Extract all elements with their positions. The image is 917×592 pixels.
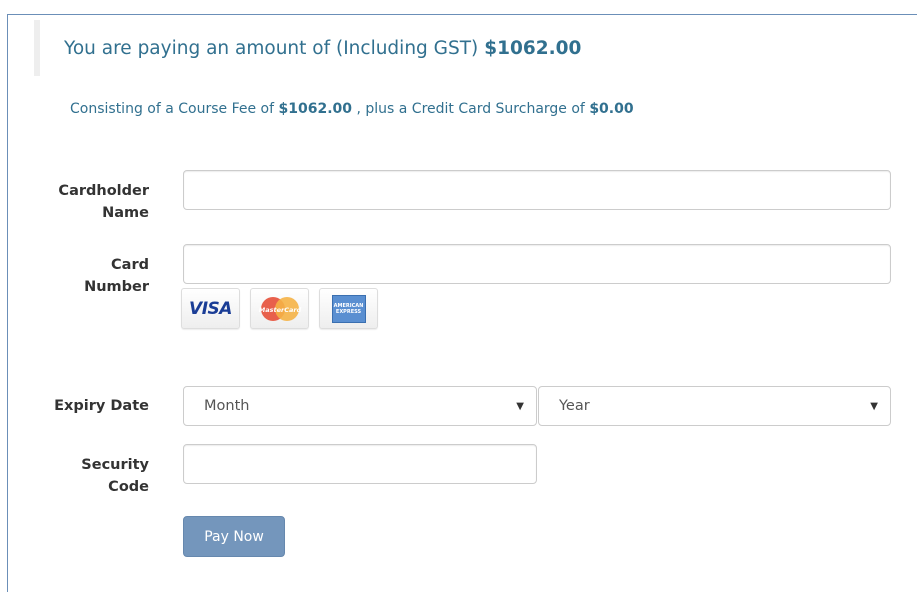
card-number-label: Card Number (4, 254, 149, 298)
amex-logo: AMERICAN EXPRESS (319, 288, 378, 329)
breakdown-text-1: Consisting of a Course Fee of (70, 101, 275, 117)
breakdown-text-2: , plus a Credit Card Surcharge of (356, 101, 585, 117)
amex-logo-text: AMERICAN EXPRESS (333, 302, 364, 315)
security-code-label: Security Code (4, 454, 149, 498)
security-label-line2: Code (108, 479, 149, 495)
total-amount: $1062.00 (484, 37, 582, 59)
card-number-label-line2: Number (84, 279, 149, 295)
surcharge-amount: $0.00 (589, 101, 634, 117)
mastercard-logo: MasterCard (250, 288, 309, 329)
chevron-down-icon: ▼ (516, 400, 524, 412)
visa-logo-text: VISA (189, 298, 232, 319)
chevron-down-icon: ▼ (870, 400, 878, 412)
card-number-label-line1: Card (111, 257, 149, 273)
visa-logo: VISA (181, 288, 240, 329)
amex-icon: AMERICAN EXPRESS (331, 294, 366, 323)
cardholder-label-line2: Name (102, 205, 149, 221)
mastercard-icon: MasterCard (258, 296, 301, 321)
expiry-year-select[interactable]: Year ▼ (538, 386, 891, 426)
amount-callout: You are paying an amount of (Including G… (34, 20, 904, 76)
cardholder-name-input[interactable] (183, 170, 891, 210)
security-code-input[interactable] (183, 444, 537, 484)
fee-breakdown: Consisting of a Course Fee of $1062.00 ,… (70, 101, 634, 117)
expiry-month-select[interactable]: Month ▼ (183, 386, 537, 426)
payment-panel: You are paying an amount of (Including G… (7, 14, 917, 592)
mastercard-logo-text: MasterCard (258, 306, 301, 314)
card-number-input[interactable] (183, 244, 891, 284)
month-selected-value: Month (204, 398, 250, 414)
amount-prefix: You are paying an amount of (Including G… (64, 37, 479, 59)
cardholder-name-label: Cardholder Name (4, 180, 149, 224)
pay-now-button[interactable]: Pay Now (183, 516, 285, 557)
expiry-date-label: Expiry Date (4, 395, 149, 417)
security-label-line1: Security (81, 457, 149, 473)
accepted-cards: VISA MasterCard AMERICAN EXPRESS (181, 288, 378, 329)
year-selected-value: Year (559, 398, 590, 414)
expiry-label-text: Expiry Date (54, 398, 149, 414)
cardholder-label-line1: Cardholder (58, 183, 149, 199)
course-fee-amount: $1062.00 (278, 101, 353, 117)
